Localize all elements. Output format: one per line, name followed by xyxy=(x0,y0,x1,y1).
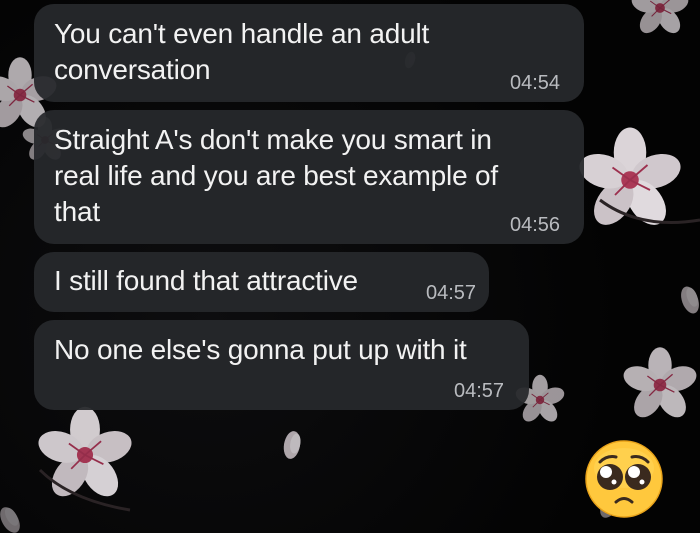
message-text-line: that xyxy=(54,196,100,227)
message-bubble[interactable]: Straight A's don't make you smart in rea… xyxy=(34,110,584,244)
message-bubble[interactable]: I still found that attractive 04:57 xyxy=(34,252,489,312)
message-text-line: I still found that attractive xyxy=(54,265,358,296)
message-text-line: conversation xyxy=(54,54,211,85)
message-text-line: Straight A's don't make you smart in xyxy=(54,124,492,155)
message-text-line: You can't even handle an adult xyxy=(54,18,430,49)
message-bubble[interactable]: You can't even handle an adult conversat… xyxy=(34,4,584,102)
message-bubble[interactable]: No one else's gonna put up with it 04:57 xyxy=(34,320,529,410)
message-timestamp: 04:57 xyxy=(454,380,505,402)
message-text-line: real life and you are best example of xyxy=(54,160,498,191)
message-timestamp: 04:56 xyxy=(510,214,561,236)
pleading-face-emoji-icon[interactable] xyxy=(583,438,665,520)
message-text-line: No one else's gonna put up with it xyxy=(54,334,467,365)
message-timestamp: 04:57 xyxy=(426,282,477,304)
message-timestamp: 04:54 xyxy=(510,72,561,94)
